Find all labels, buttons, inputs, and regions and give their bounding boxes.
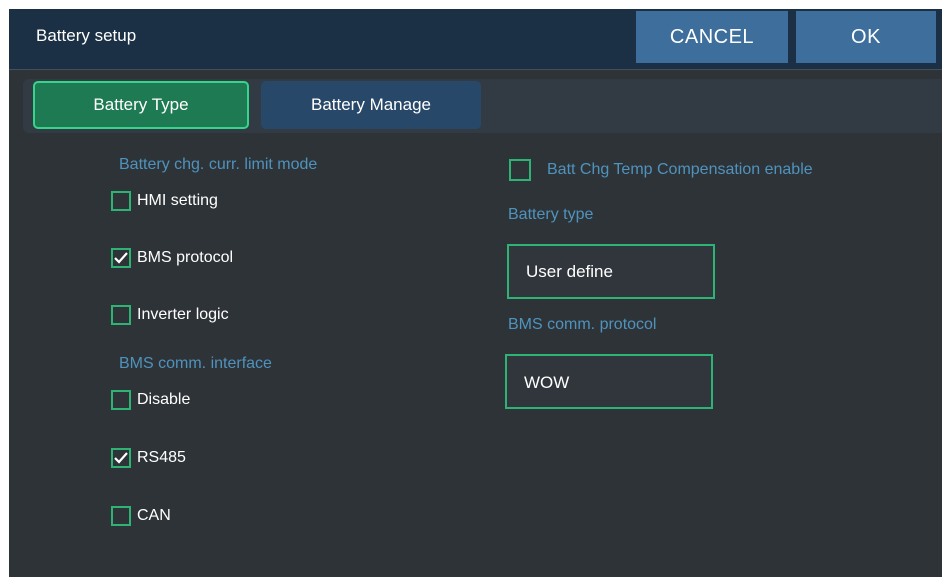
battery-type-field[interactable]: User define bbox=[507, 244, 715, 299]
header-bar: Battery setup CANCEL OK bbox=[9, 9, 942, 69]
disable-checkbox[interactable] bbox=[111, 390, 131, 410]
checkmark-icon bbox=[114, 452, 128, 464]
checkbox-row-disable[interactable]: Disable bbox=[111, 388, 190, 412]
chg-limit-mode-title: Battery chg. curr. limit mode bbox=[119, 156, 318, 173]
bms-protocol-title: BMS comm. protocol bbox=[508, 316, 657, 333]
tab-battery-type[interactable]: Battery Type bbox=[33, 81, 249, 129]
hmi-setting-checkbox[interactable] bbox=[111, 191, 131, 211]
ok-button[interactable]: OK bbox=[796, 11, 936, 63]
rs485-label: RS485 bbox=[137, 449, 186, 466]
battery-setup-screen: Battery setup CANCEL OK Battery Type Bat… bbox=[9, 9, 942, 577]
tab-battery-manage[interactable]: Battery Manage bbox=[261, 81, 481, 129]
header-divider bbox=[9, 69, 942, 70]
tab-bar: Battery Type Battery Manage bbox=[23, 79, 942, 133]
can-checkbox[interactable] bbox=[111, 506, 131, 526]
disable-label: Disable bbox=[137, 391, 191, 408]
page-title: Battery setup bbox=[36, 26, 137, 45]
checkbox-row-rs485[interactable]: RS485 bbox=[111, 446, 186, 470]
battery-type-title: Battery type bbox=[508, 206, 594, 223]
hmi-setting-label: HMI setting bbox=[137, 192, 218, 209]
rs485-checkbox[interactable] bbox=[111, 448, 131, 468]
temp-compensation-checkbox[interactable] bbox=[509, 159, 531, 181]
bms-protocol-checkbox[interactable] bbox=[111, 248, 131, 268]
inverter-logic-checkbox[interactable] bbox=[111, 305, 131, 325]
bms-protocol-field[interactable]: WOW bbox=[505, 354, 713, 409]
inverter-logic-label: Inverter logic bbox=[137, 306, 229, 323]
can-label: CAN bbox=[137, 507, 171, 524]
checkbox-row-bms-protocol[interactable]: BMS protocol bbox=[111, 246, 233, 270]
checkbox-row-inverter-logic[interactable]: Inverter logic bbox=[111, 303, 229, 327]
checkbox-row-temp-compensation[interactable]: Batt Chg Temp Compensation enable bbox=[509, 158, 813, 182]
checkmark-icon bbox=[114, 252, 128, 264]
checkbox-row-hmi-setting[interactable]: HMI setting bbox=[111, 189, 218, 213]
temp-compensation-label: Batt Chg Temp Compensation enable bbox=[547, 161, 813, 178]
bms-protocol-label: BMS protocol bbox=[137, 249, 234, 266]
bms-interface-title: BMS comm. interface bbox=[119, 355, 272, 372]
checkbox-row-can[interactable]: CAN bbox=[111, 504, 171, 528]
cancel-button[interactable]: CANCEL bbox=[636, 11, 788, 63]
